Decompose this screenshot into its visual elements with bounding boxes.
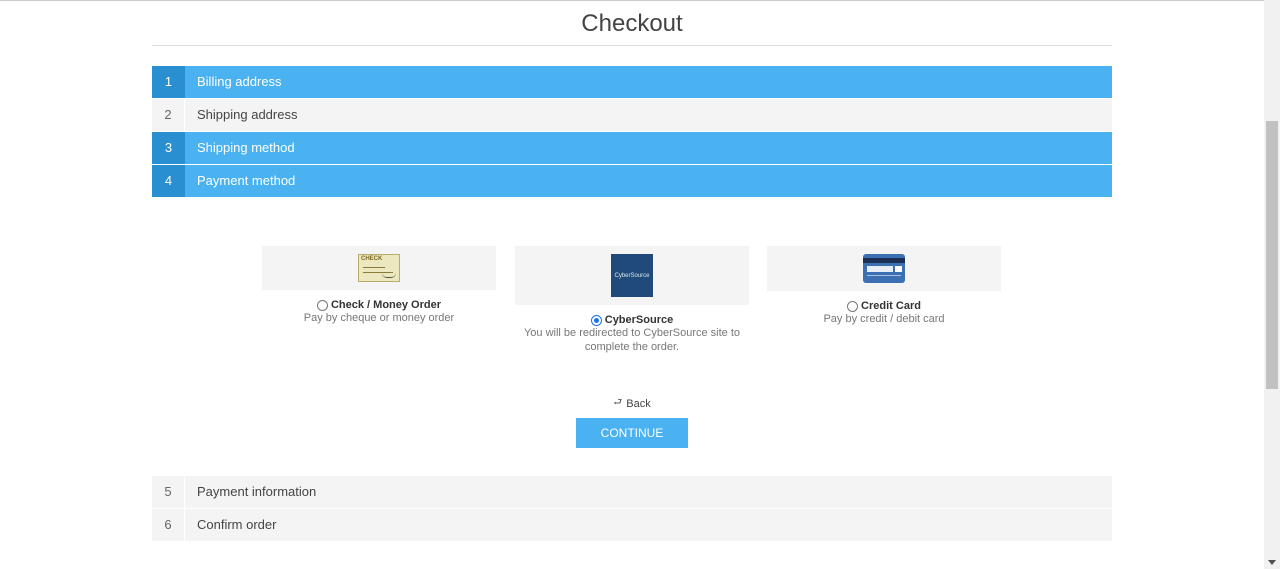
step-number: 2: [152, 99, 185, 131]
page-title: Checkout: [581, 10, 683, 37]
payment-option-check[interactable]: CHECK Check / Money Order Pay by cheque …: [262, 246, 496, 325]
back-link[interactable]: ⮐ Back: [613, 395, 650, 412]
back-arrow-icon: ⮐: [613, 397, 623, 408]
payment-option-name: CyberSource: [604, 314, 674, 326]
step-billing-address[interactable]: 1 Billing address: [152, 66, 1112, 98]
scroll-down-arrow-icon[interactable]: [1268, 560, 1276, 565]
payment-option-description: Pay by credit / debit card: [823, 313, 945, 325]
cybersource-logo: CyberSource: [611, 254, 653, 297]
step-shipping-method[interactable]: 3 Shipping method: [152, 132, 1112, 164]
step-payment-information: 5 Payment information: [152, 476, 1112, 508]
checkout-steps-bottom: 5 Payment information 6 Confirm order: [152, 476, 1112, 541]
payment-option-cybersource[interactable]: CyberSource CyberSource You will be redi…: [515, 246, 749, 354]
step-number: 4: [152, 165, 185, 197]
payment-option-description: You will be redirected to CyberSource si…: [523, 327, 741, 353]
check-icon: CHECK: [358, 254, 400, 282]
payment-option-name: Check / Money Order: [330, 299, 442, 311]
check-image-text: CHECK: [361, 256, 383, 262]
continue-button[interactable]: CONTINUE: [576, 418, 688, 448]
scrollbar-thumb[interactable]: [1266, 121, 1278, 389]
step-label: Shipping address: [197, 107, 298, 122]
payment-option-name: Credit Card: [861, 300, 921, 312]
payment-option-description: Pay by cheque or money order: [303, 312, 455, 324]
step-label: Payment information: [197, 484, 317, 499]
credit-card-icon: [863, 254, 905, 283]
step-payment-method[interactable]: 4 Payment method: [152, 165, 1112, 197]
payment-method-actions: ⮐ Back CONTINUE: [152, 392, 1112, 448]
cybersource-logo-text: CyberSource: [614, 272, 650, 279]
title-divider: [152, 45, 1112, 46]
credit-card-radio[interactable]: [847, 300, 859, 312]
step-number: 5: [152, 476, 185, 508]
payment-option-image[interactable]: [767, 246, 1001, 291]
checkout-steps-top: 1 Billing address 2 Shipping address 3 S…: [152, 66, 1112, 197]
step-label: Confirm order: [197, 517, 277, 532]
payment-option-image[interactable]: CHECK: [262, 246, 496, 290]
step-shipping-address: 2 Shipping address: [152, 99, 1112, 131]
payment-option-image[interactable]: CyberSource: [515, 246, 749, 305]
step-confirm-order: 6 Confirm order: [152, 509, 1112, 541]
checkout-page: Checkout 1 Billing address 2 Shipping ad…: [152, 0, 1112, 542]
cybersource-radio[interactable]: [590, 314, 602, 326]
vertical-scrollbar[interactable]: [1264, 0, 1280, 569]
step-number: 1: [152, 66, 185, 98]
payment-option-credit-card[interactable]: Credit Card Pay by credit / debit card: [767, 246, 1001, 326]
back-label: Back: [626, 397, 651, 410]
step-label: Billing address: [197, 74, 282, 89]
payment-method-section: CHECK Check / Money Order Pay by cheque …: [152, 198, 1112, 476]
step-label: Shipping method: [197, 140, 295, 155]
check-money-order-radio[interactable]: [316, 299, 328, 311]
step-label: Payment method: [197, 173, 296, 188]
step-number: 3: [152, 132, 185, 164]
step-number: 6: [152, 509, 185, 541]
